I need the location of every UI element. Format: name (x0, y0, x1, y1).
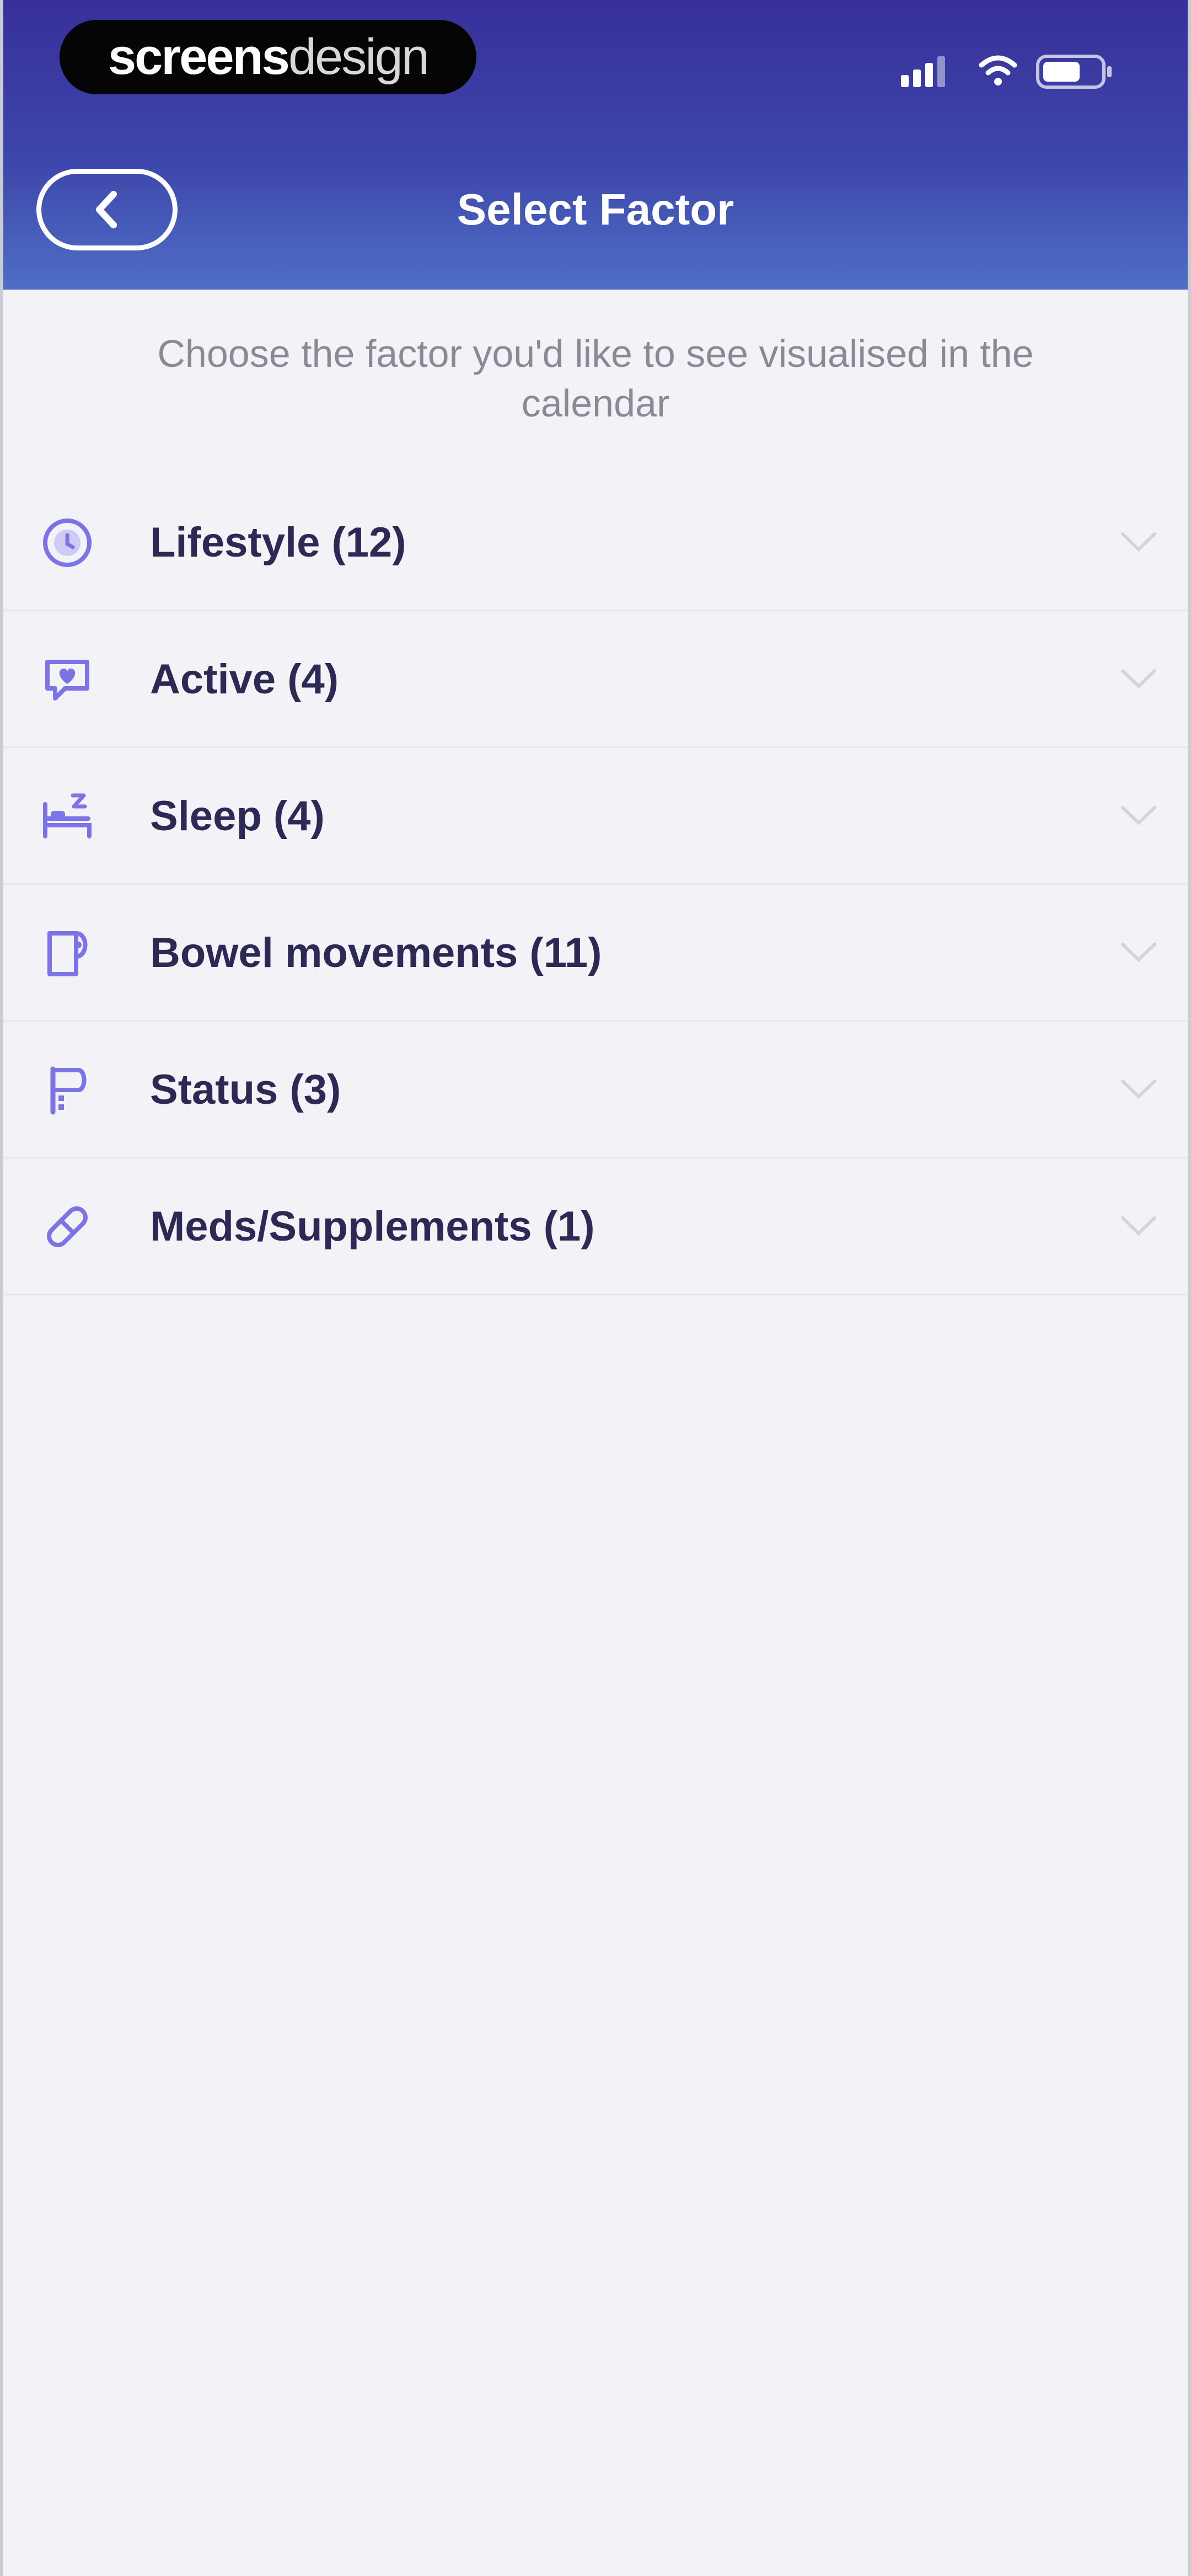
factor-row-status[interactable]: Status (3) (0, 1022, 1191, 1158)
bed-icon (43, 793, 92, 838)
flag-icon (50, 1066, 87, 1115)
factor-label: Active (4) (150, 656, 339, 703)
factor-row-lifestyle[interactable]: Lifestyle (12) (0, 474, 1191, 611)
factor-row-meds-supplements[interactable]: Meds/Supplements (1) (0, 1158, 1191, 1295)
chevron-down-icon (1121, 532, 1156, 552)
factor-row-bowel-movements[interactable]: Bowel movements (11) (0, 885, 1191, 1022)
wifi-icon (979, 55, 1017, 85)
factor-row-active[interactable]: Active (4) (0, 611, 1191, 748)
factor-label: Sleep (4) (150, 793, 325, 840)
chevron-down-icon (1121, 1216, 1156, 1236)
toilet-paper-icon (47, 931, 88, 976)
app-header: screensdesign Select Factor (0, 0, 1191, 290)
chevron-down-icon (1121, 1079, 1156, 1099)
chevron-down-icon (1121, 669, 1156, 689)
device-frame-right (1188, 0, 1191, 2576)
instruction-text: Choose the factor you'd like to see visu… (157, 332, 1034, 425)
factor-list: Lifestyle (12) Active (4) Sleep (4) Bowe… (0, 474, 1191, 1295)
factor-label: Bowel movements (11) (150, 929, 602, 976)
chevron-left-icon (96, 191, 117, 228)
heart-chat-icon (45, 660, 89, 701)
chevron-down-icon (1121, 806, 1156, 826)
status-icons (901, 55, 1112, 89)
signal-icon (901, 56, 945, 87)
back-button[interactable] (36, 169, 178, 250)
page-title: Select Factor (457, 185, 734, 234)
factor-label: Lifestyle (12) (150, 519, 406, 566)
logo-text: screensdesign (108, 29, 430, 85)
factor-row-sleep[interactable]: Sleep (4) (0, 748, 1191, 885)
screensdesign-logo: screensdesign (60, 20, 476, 94)
factor-label: Meds/Supplements (1) (150, 1203, 595, 1250)
chevron-down-icon (1121, 943, 1156, 963)
pill-icon (47, 1206, 88, 1247)
clock-icon (43, 519, 92, 567)
factor-label: Status (3) (150, 1066, 341, 1113)
battery-icon (1036, 55, 1112, 89)
device-frame-left (0, 0, 3, 2576)
